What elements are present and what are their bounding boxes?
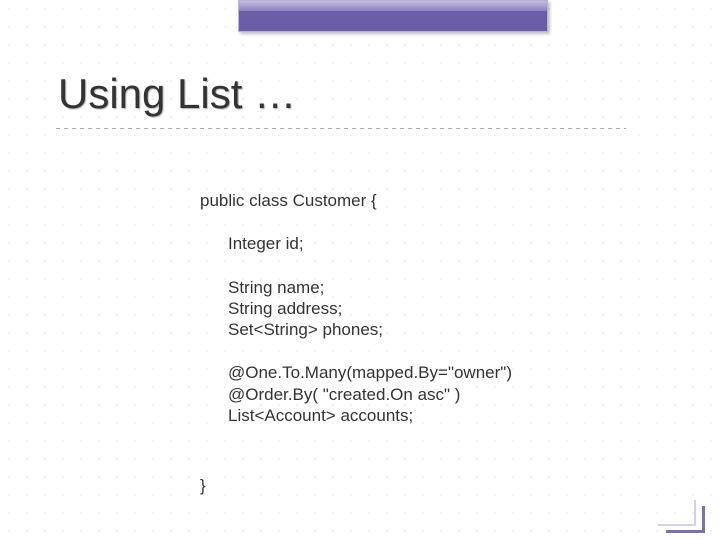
code-line-phones: Set<String> phones; <box>228 319 512 340</box>
code-line-name: String name; <box>228 277 512 298</box>
code-line-annotation-onetomany: @One.To.Many(mapped.By="owner") <box>228 362 512 383</box>
code-line-close-brace: } <box>200 476 206 496</box>
header-accent-bar <box>238 0 548 32</box>
code-block: public class Customer { Integer id; Stri… <box>200 190 512 426</box>
corner-accent-icon <box>666 506 702 530</box>
code-line-address: String address; <box>228 298 512 319</box>
slide: Using List … public class Customer { Int… <box>0 0 720 540</box>
code-line-id: Integer id; <box>228 233 512 254</box>
code-line-accounts: List<Account> accounts; <box>228 405 512 426</box>
slide-title: Using List … <box>58 70 296 118</box>
code-line-class-decl: public class Customer { <box>200 190 512 211</box>
code-line-annotation-orderby: @Order.By( "created.On asc" ) <box>228 384 512 405</box>
title-underline <box>56 128 626 129</box>
